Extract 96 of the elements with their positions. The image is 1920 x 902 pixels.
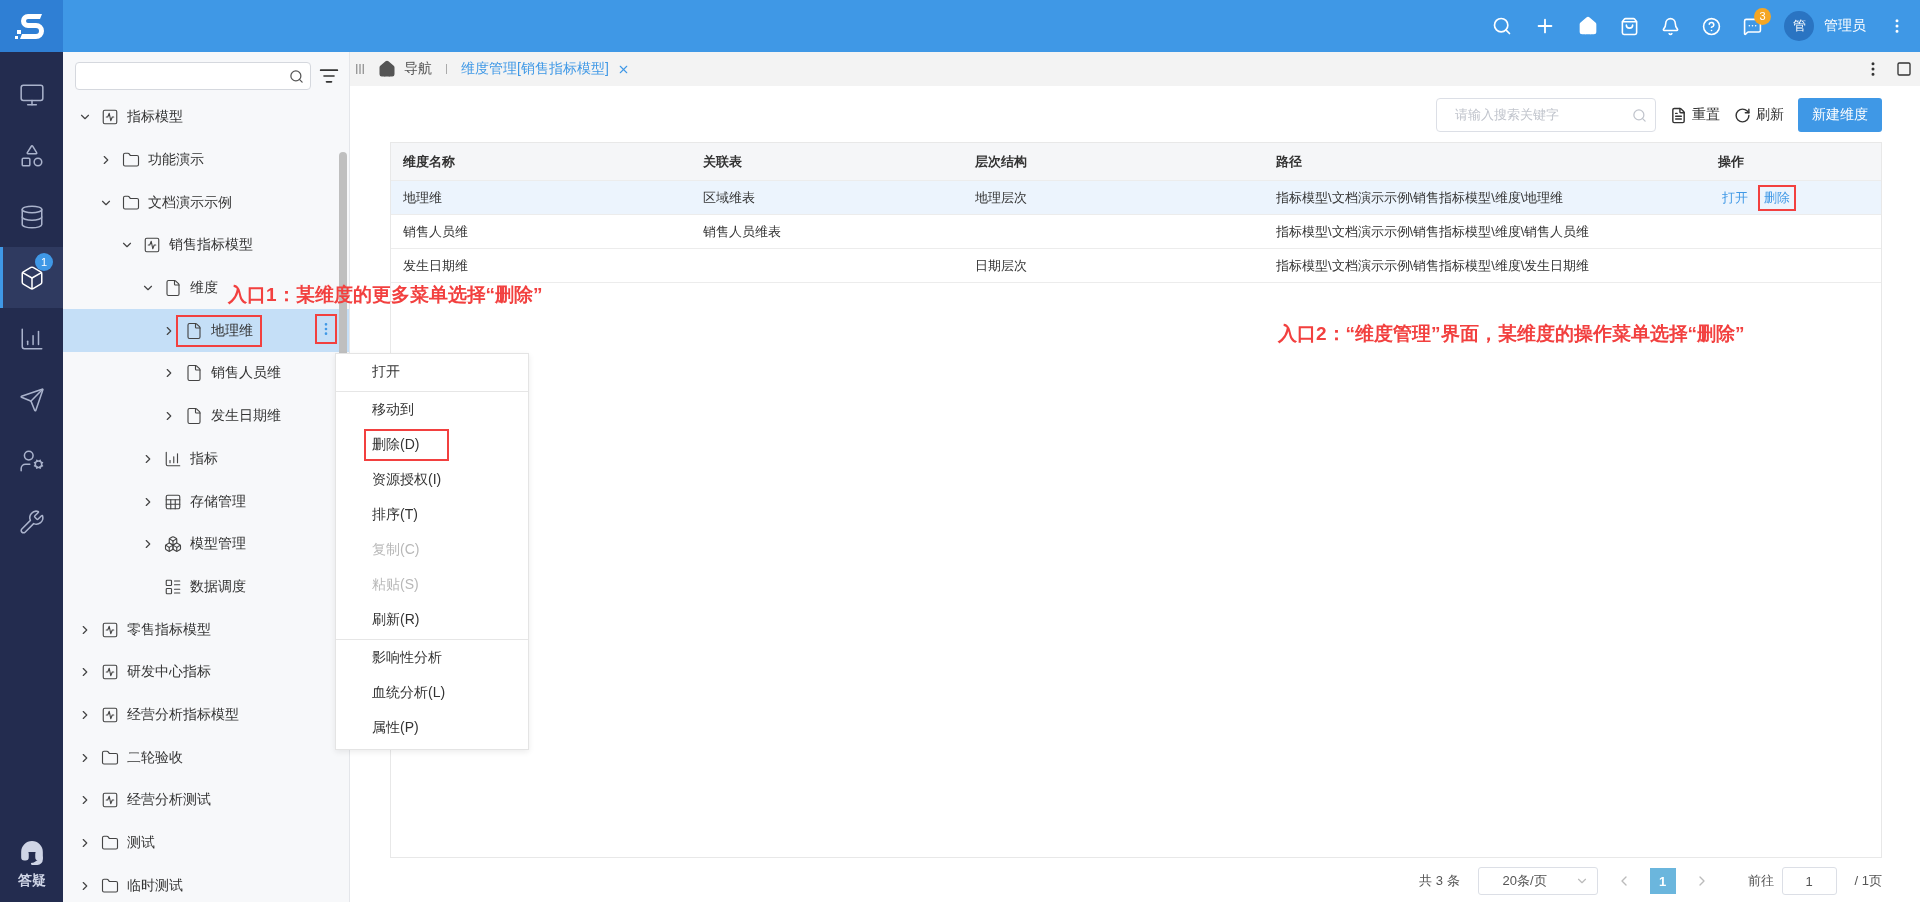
total-count: 共 3 条 xyxy=(1419,872,1460,890)
filter-icon[interactable] xyxy=(319,66,339,86)
tab[interactable]: 导航 xyxy=(378,60,432,78)
tree-search-field[interactable] xyxy=(75,62,311,90)
paper-plane-icon[interactable] xyxy=(18,386,45,413)
tree-item[interactable]: 研发中心指标 xyxy=(63,650,223,694)
shapes-icon[interactable] xyxy=(18,142,45,169)
folder-icon xyxy=(122,151,140,170)
page-size-select[interactable]: 20条/页 xyxy=(1477,867,1598,895)
folder-icon xyxy=(101,876,119,895)
home-icon[interactable] xyxy=(378,60,396,78)
notification-badge: 3 xyxy=(1754,7,1771,25)
table-cell-text: 指标模型\文档演示示例\销售指标模型\维度\地理维 xyxy=(1276,188,1565,207)
tree-item[interactable]: 销售人员维 xyxy=(63,352,293,395)
document-icon xyxy=(185,321,203,340)
chart-square-icon xyxy=(101,791,119,810)
tree-item[interactable]: 指标模型 xyxy=(63,96,195,139)
more-menu-button[interactable] xyxy=(317,316,335,343)
refresh-icon[interactable] xyxy=(1734,106,1751,124)
refresh-button[interactable]: 刷新 xyxy=(1734,106,1784,124)
table-cell-text: 指标模型\文档演示示例\销售指标模型\维度\发生日期维 xyxy=(1276,256,1591,275)
goto-label: 前往 xyxy=(1747,872,1774,890)
table-cell-text: 地理维 xyxy=(403,188,443,207)
menu-item[interactable]: 刷新(R) xyxy=(336,602,528,637)
table-icon xyxy=(164,492,182,511)
menu-item[interactable]: 排序(T) xyxy=(336,497,528,532)
database-icon[interactable] xyxy=(18,203,45,230)
headset-icon[interactable] xyxy=(18,840,45,866)
chart-square-icon xyxy=(101,705,119,724)
chat-icon[interactable] xyxy=(1743,16,1762,36)
annotation-text: 入口1：某维度的更多菜单选择“删除” xyxy=(228,283,543,307)
document-icon[interactable] xyxy=(1670,106,1687,124)
column-header: 操作 xyxy=(1718,152,1745,171)
menu-item[interactable]: 属性(P) xyxy=(336,710,528,745)
goto-page-field[interactable]: 1 xyxy=(1781,867,1837,895)
tree-item[interactable]: 文档演示示例 xyxy=(63,181,244,225)
tree-item[interactable]: 功能演示 xyxy=(63,138,216,182)
bell-icon[interactable] xyxy=(1661,16,1680,36)
user-avatar[interactable]: 管 xyxy=(1784,11,1814,41)
column-header: 维度名称 xyxy=(403,152,456,171)
document-icon xyxy=(185,364,203,383)
tree-item[interactable]: 地理维 xyxy=(63,309,349,353)
nav-badge: 1 xyxy=(35,253,53,271)
help-label[interactable]: 答疑 xyxy=(17,872,46,890)
page-count: / 1页 xyxy=(1854,872,1882,890)
monitor-icon[interactable] xyxy=(18,81,45,108)
table-cell-text: 销售人员维 xyxy=(403,222,469,241)
menu-item[interactable]: 打开 xyxy=(336,354,528,389)
table-cell-text: 发生日期维 xyxy=(403,256,469,275)
maximize-icon[interactable] xyxy=(1896,61,1912,77)
list-icon xyxy=(164,577,182,596)
chart-square-icon xyxy=(101,108,119,127)
folder-icon xyxy=(101,748,119,767)
folder-icon xyxy=(122,193,140,212)
column-header: 关联表 xyxy=(703,152,743,171)
tree-item[interactable]: 临时测试 xyxy=(63,864,195,902)
tree-item[interactable]: 经营分析测试 xyxy=(63,779,223,822)
folder-icon xyxy=(101,834,119,853)
tree-item[interactable]: 模型管理 xyxy=(63,522,258,566)
tree-item[interactable]: 经营分析指标模型 xyxy=(63,693,251,737)
tree-item[interactable]: 销售指标模型 xyxy=(63,224,265,267)
table-cell-text: 日期层次 xyxy=(975,256,1028,275)
chart-square-icon xyxy=(101,663,119,682)
menu-item[interactable]: 资源授权(I) xyxy=(336,462,528,497)
search-icon[interactable] xyxy=(289,68,304,84)
tree-item[interactable]: 测试 xyxy=(63,821,167,865)
menu-item[interactable]: 影响性分析 xyxy=(336,639,528,675)
boxes-icon xyxy=(164,535,182,554)
grip-icon[interactable] xyxy=(356,64,364,74)
tree-item[interactable]: 发生日期维 xyxy=(63,394,293,438)
wrench-icon[interactable] xyxy=(18,508,45,535)
table-cell-text: 区域维表 xyxy=(703,188,756,207)
menu-item[interactable]: 移动到 xyxy=(336,391,528,427)
column-header: 层次结构 xyxy=(975,152,1028,171)
chart-square-icon xyxy=(143,236,161,255)
annotation-text: 入口2：“维度管理”界面，某维度的操作菜单选择“删除” xyxy=(1278,322,1745,346)
tree-item[interactable]: 零售指标模型 xyxy=(63,608,223,651)
column-header: 路径 xyxy=(1276,152,1303,171)
tree-item[interactable]: 指标 xyxy=(63,437,230,481)
tree-item[interactable]: 存储管理 xyxy=(63,480,258,523)
document-icon xyxy=(185,407,203,426)
table-cell-text: 地理层次 xyxy=(975,188,1028,207)
reset-button[interactable]: 重置 xyxy=(1670,106,1720,124)
menu-item[interactable]: 删除(D) xyxy=(336,427,528,462)
help-icon[interactable] xyxy=(1702,16,1721,36)
table-cell-text: 销售人员维表 xyxy=(703,222,782,241)
bar-chart-icon xyxy=(164,449,182,468)
tree-item[interactable]: 二轮验收 xyxy=(63,736,195,779)
menu-item[interactable]: 血统分析(L) xyxy=(336,675,528,710)
search-icon[interactable] xyxy=(1492,16,1512,36)
bag-icon[interactable] xyxy=(1620,16,1639,36)
table-cell-text: 指标模型\文档演示示例\销售指标模型\维度\销售人员维 xyxy=(1276,222,1591,241)
cube-icon[interactable] xyxy=(18,264,45,291)
chart-square-icon xyxy=(101,620,119,639)
tree-item[interactable]: 数据调度 xyxy=(63,565,258,609)
document-icon xyxy=(164,279,182,298)
